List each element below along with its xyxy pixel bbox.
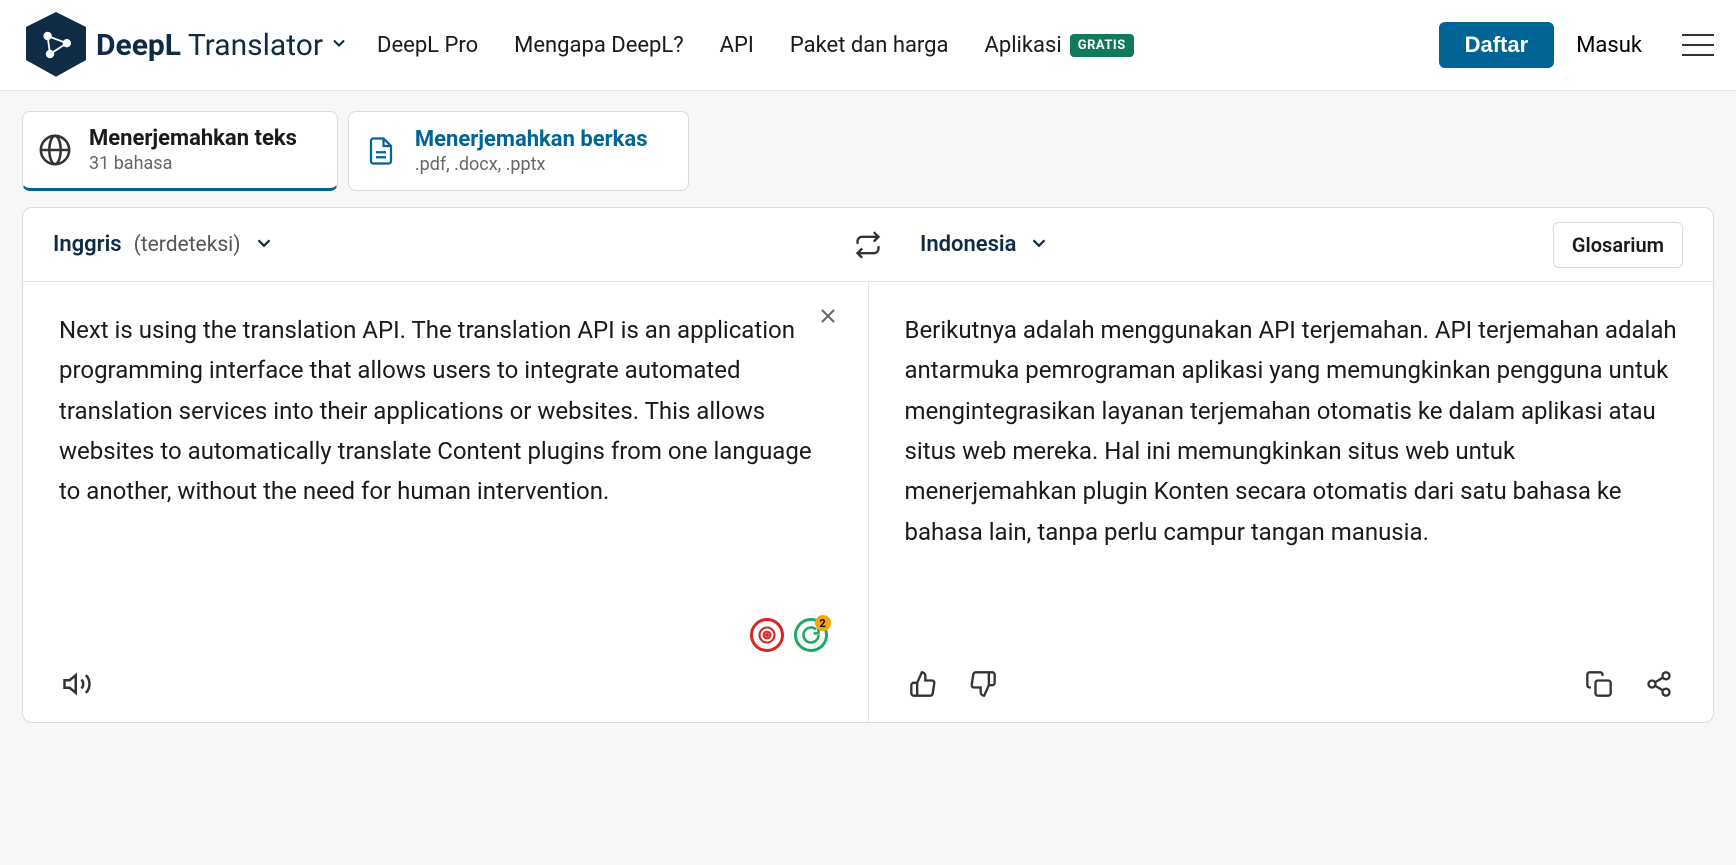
tab-text-subtitle: 31 bahasa (89, 153, 297, 174)
deepl-logo-icon (22, 6, 90, 84)
tab-text-title: Menerjemahkan teks (89, 126, 297, 151)
nav-api[interactable]: API (706, 25, 768, 66)
speaker-icon[interactable] (59, 666, 95, 702)
mode-tabs: Menerjemahkan teks 31 bahasa Menerjemahk… (0, 91, 1736, 207)
nav-why-deepl[interactable]: Mengapa DeepL? (500, 25, 698, 66)
brand-bold: DeepL (96, 28, 181, 63)
target-pane: Berikutnya adalah menggunakan API terjem… (869, 282, 1714, 722)
thumbs-down-icon[interactable] (965, 666, 1001, 702)
top-header: DeepL Translator DeepL Pro Mengapa DeepL… (0, 0, 1736, 91)
source-text-input[interactable]: Next is using the translation API. The t… (59, 310, 832, 646)
target-icon[interactable] (750, 618, 784, 652)
grammarly-icon[interactable]: 2 (794, 618, 828, 652)
source-lang-name: Inggris (53, 232, 122, 257)
target-lang-name: Indonesia (920, 232, 1016, 257)
grammarly-badge-count: 2 (815, 615, 831, 631)
document-icon (363, 133, 399, 169)
brand-rest: Translator (181, 28, 323, 63)
source-language-area: Inggris (terdeteksi) (23, 232, 846, 258)
target-language-area: Indonesia Glosarium (890, 222, 1713, 268)
copy-icon[interactable] (1581, 666, 1617, 702)
extension-badges: 2 (750, 618, 828, 652)
brand-text: DeepL Translator (96, 28, 323, 63)
target-text-output[interactable]: Berikutnya adalah menggunakan API terjem… (905, 310, 1678, 646)
language-bar: Inggris (terdeteksi) Indonesia Glosarium (23, 208, 1713, 282)
clear-source-button[interactable] (816, 304, 840, 332)
thumbs-up-icon[interactable] (905, 666, 941, 702)
chevron-down-icon[interactable] (329, 33, 349, 57)
translator-panel: Inggris (terdeteksi) Indonesia Glosarium… (22, 207, 1714, 723)
target-footer (905, 646, 1678, 702)
tab-translate-text[interactable]: Menerjemahkan teks 31 bahasa (22, 111, 338, 191)
free-badge: GRATIS (1070, 34, 1134, 57)
chevron-down-icon (1028, 232, 1050, 258)
target-language-select[interactable]: Indonesia (920, 232, 1050, 258)
nav-deepl-pro[interactable]: DeepL Pro (363, 25, 492, 66)
tab-files-subtitle: .pdf, .docx, .pptx (415, 154, 648, 175)
nav-apps[interactable]: Aplikasi GRATIS (971, 25, 1148, 66)
source-pane: Next is using the translation API. The t… (23, 282, 869, 722)
login-link[interactable]: Masuk (1562, 25, 1656, 66)
share-icon[interactable] (1641, 666, 1677, 702)
menu-icon[interactable] (1682, 34, 1714, 56)
nav-apps-label: Aplikasi (985, 33, 1062, 58)
swap-languages-button[interactable] (846, 231, 890, 259)
tab-translate-files[interactable]: Menerjemahkan berkas .pdf, .docx, .pptx (348, 111, 689, 191)
source-lang-detected: (terdeteksi) (134, 233, 241, 257)
signup-button[interactable]: Daftar (1439, 22, 1555, 68)
translation-panes: Next is using the translation API. The t… (23, 282, 1713, 722)
glossary-button[interactable]: Glosarium (1553, 222, 1683, 268)
logo-wrap[interactable]: DeepL Translator (22, 6, 349, 84)
nav-pricing[interactable]: Paket dan harga (776, 25, 963, 66)
tab-files-title: Menerjemahkan berkas (415, 127, 648, 152)
chevron-down-icon (253, 232, 275, 258)
source-footer (59, 646, 832, 702)
source-language-select[interactable]: Inggris (terdeteksi) (53, 232, 275, 258)
globe-icon (37, 132, 73, 168)
